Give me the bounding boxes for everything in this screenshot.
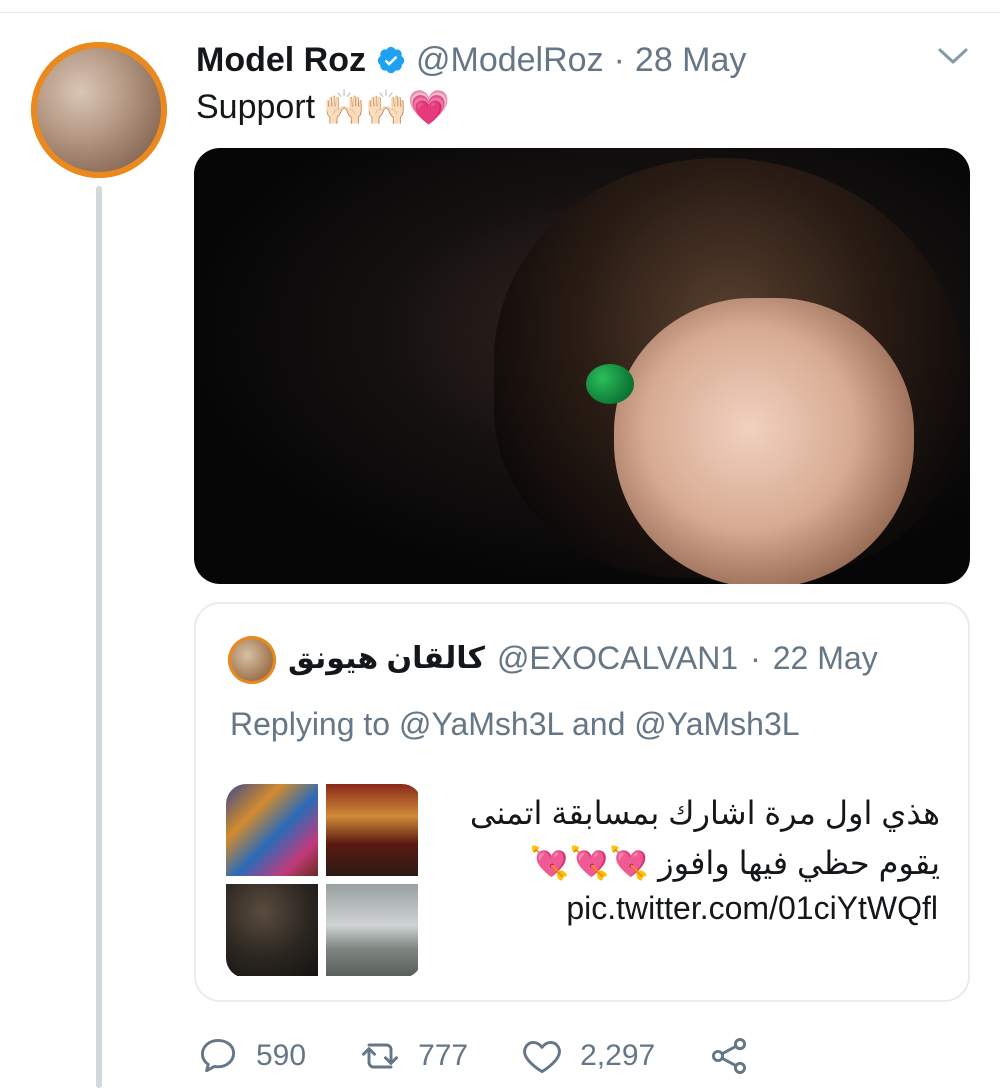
replying-to: Replying to @YaMsh3L and @YaMsh3L	[230, 706, 800, 742]
like-action[interactable]: 2,297	[520, 1034, 655, 1078]
share-action[interactable]	[707, 1034, 751, 1078]
quoted-tweet-card[interactable]: كالقان هيونق @EXOCALVAN1 · 22 May Replyi…	[194, 602, 970, 1002]
timestamp[interactable]: 28 May	[635, 41, 747, 80]
like-count: 2,297	[580, 1039, 656, 1072]
quoted-thumbnail-1[interactable]	[226, 784, 318, 876]
tweet-emojis: 🙌🏻🙌🏻💗	[323, 88, 451, 127]
share-icon	[712, 1038, 747, 1074]
avatar-image	[37, 48, 161, 172]
handle[interactable]: @ModelRoz	[416, 41, 604, 80]
tweet-header: Model Roz @ModelRoz · 28 May	[196, 38, 980, 82]
retweet-action[interactable]: 777	[358, 1034, 468, 1078]
heart-icon	[523, 1040, 561, 1074]
retweet-icon	[362, 1043, 399, 1069]
tweet-text: Support 🙌🏻🙌🏻💗	[196, 88, 450, 127]
tweet-actions: 590 777 2,297	[196, 1034, 803, 1078]
chevron-down-icon[interactable]	[936, 44, 970, 68]
quoted-thumbnail-2[interactable]	[326, 784, 418, 876]
thread-line	[96, 186, 102, 1088]
quoted-text-line2: يقوم حظي فيها وافوز 💘💘💘	[529, 845, 940, 881]
tweet-text-body: Support	[196, 88, 316, 126]
tweet-image[interactable]	[194, 148, 970, 584]
quoted-display-name[interactable]: كالقان هيونق	[288, 641, 485, 676]
quoted-timestamp[interactable]: 22 May	[773, 640, 878, 677]
reply-count: 590	[256, 1039, 307, 1072]
quoted-header: كالقان هيونق @EXOCALVAN1 · 22 May	[288, 640, 878, 677]
quoted-handle[interactable]: @EXOCALVAN1	[497, 640, 738, 677]
verified-badge-icon	[377, 46, 405, 74]
photo-face-shape	[614, 298, 914, 584]
quoted-text-line1: هذي اول مرة اشارك بمسابقة اتمنى	[469, 795, 940, 831]
display-name[interactable]: Model Roz	[196, 41, 366, 80]
quoted-avatar[interactable]	[228, 636, 276, 684]
reply-icon	[200, 1038, 236, 1073]
retweet-count: 777	[418, 1039, 469, 1072]
top-divider	[0, 12, 1000, 13]
quoted-thumbnail-3[interactable]	[226, 884, 318, 976]
reply-action[interactable]: 590	[196, 1034, 306, 1078]
quoted-image-grid[interactable]	[226, 784, 422, 978]
separator-dot: ·	[613, 40, 625, 79]
quoted-text: هذي اول مرة اشارك بمسابقة اتمنى يقوم حظي…	[440, 788, 940, 888]
quoted-separator-dot: ·	[750, 640, 761, 676]
quoted-thumbnail-4[interactable]	[326, 884, 418, 976]
photo-earphone-shape	[586, 364, 634, 404]
quoted-pic-link[interactable]: pic.twitter.com/01ciYtWQfl	[566, 890, 938, 927]
avatar[interactable]	[31, 42, 167, 178]
